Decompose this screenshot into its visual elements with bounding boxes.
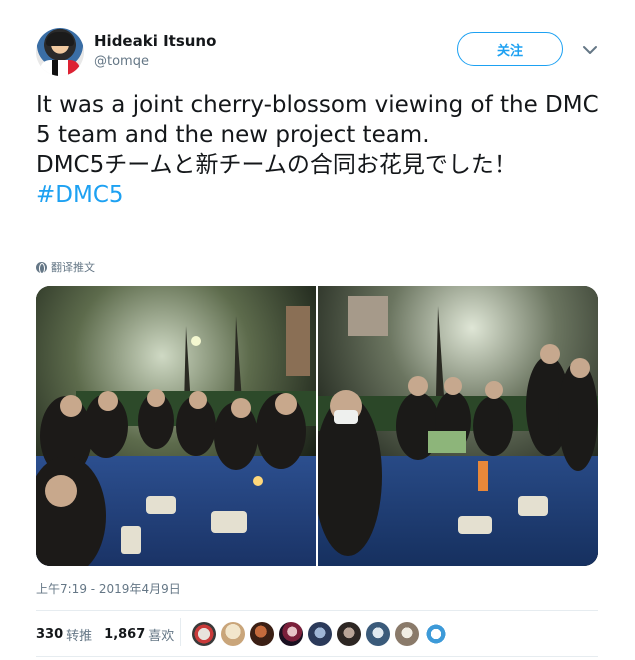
liker-avatar[interactable] bbox=[250, 622, 274, 646]
liker-avatar[interactable] bbox=[221, 622, 245, 646]
liker-avatar[interactable] bbox=[279, 622, 303, 646]
liker-avatar[interactable] bbox=[395, 622, 419, 646]
follow-button[interactable]: 关注 bbox=[457, 32, 563, 66]
globe-icon bbox=[36, 261, 47, 274]
stats-separator bbox=[180, 618, 181, 646]
tweet-line-en: It was a joint cherry-blossom viewing of… bbox=[36, 92, 606, 148]
liker-avatar[interactable] bbox=[192, 622, 216, 646]
tweet-timestamp[interactable]: 上午7:19 - 2019年4月9日 bbox=[36, 580, 181, 597]
chevron-down-icon[interactable] bbox=[580, 40, 600, 60]
translate-label: 翻译推文 bbox=[51, 261, 95, 274]
avatar-jersey bbox=[40, 60, 80, 76]
retweet-label[interactable]: 转推 bbox=[66, 625, 92, 644]
tweet-line-ja: DMC5チームと新チームの合同お花見でした！ bbox=[36, 152, 517, 178]
hashtag-link[interactable]: #DMC5 bbox=[36, 180, 606, 210]
like-label[interactable]: 喜欢 bbox=[148, 625, 174, 644]
photo-grid bbox=[36, 286, 598, 566]
retweet-count[interactable]: 330 bbox=[36, 627, 63, 642]
liker-avatar[interactable] bbox=[366, 622, 390, 646]
tweet-header: Hideaki Itsuno @tomqe 关注 bbox=[36, 28, 606, 78]
tweet-text: It was a joint cherry-blossom viewing of… bbox=[36, 90, 606, 210]
user-handle[interactable]: @tomqe bbox=[94, 54, 149, 69]
user-name[interactable]: Hideaki Itsuno bbox=[94, 32, 216, 50]
avatar-helmet bbox=[46, 32, 74, 46]
photo-left-image bbox=[36, 286, 316, 566]
photo-right-image bbox=[318, 286, 598, 566]
liker-avatar[interactable] bbox=[424, 622, 448, 646]
photo-left[interactable] bbox=[36, 286, 316, 566]
like-count[interactable]: 1,867 bbox=[104, 627, 145, 642]
divider bbox=[36, 610, 598, 611]
liker-avatars bbox=[192, 622, 448, 646]
photo-right[interactable] bbox=[318, 286, 598, 566]
liker-avatar[interactable] bbox=[308, 622, 332, 646]
translate-tweet-link[interactable]: 翻译推文 bbox=[36, 259, 95, 275]
tweet-stats: 330 转推 1,867 喜欢 bbox=[36, 622, 186, 646]
user-avatar[interactable] bbox=[36, 28, 84, 76]
divider bbox=[36, 656, 598, 657]
liker-avatar[interactable] bbox=[337, 622, 361, 646]
